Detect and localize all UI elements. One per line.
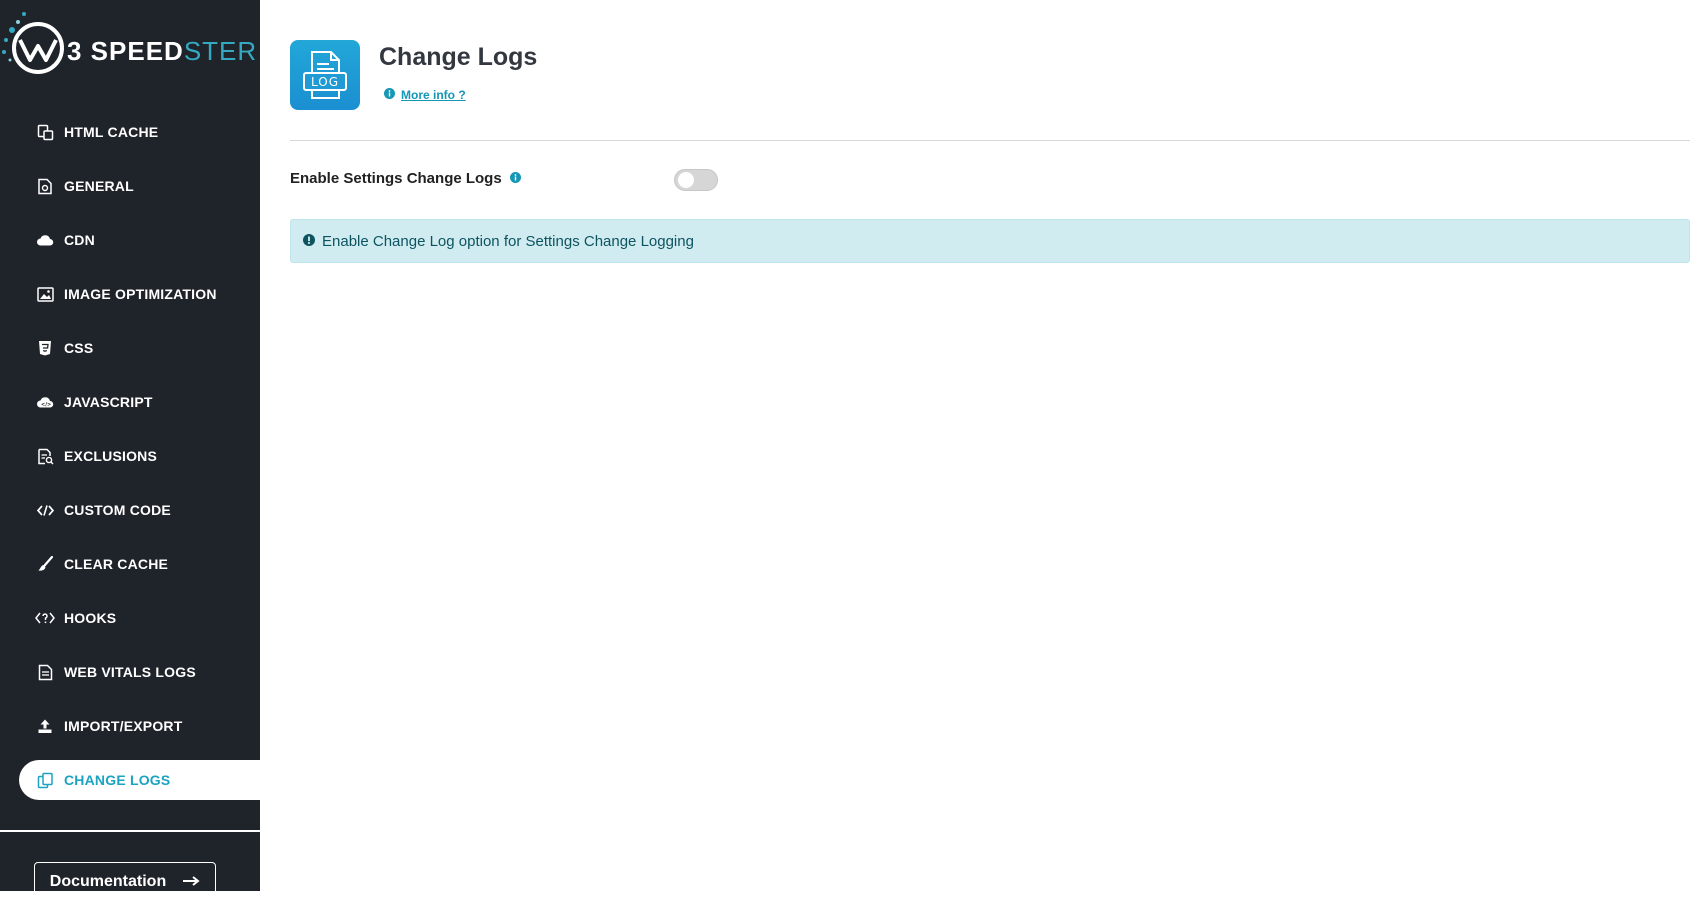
sidebar-item-change-logs[interactable]: CHANGE LOGS (19, 760, 260, 800)
svg-text:LOG: LOG (311, 75, 339, 89)
html-cache-icon (35, 122, 55, 142)
toggle-knob (678, 172, 694, 188)
sidebar-item-label: IMAGE OPTIMIZATION (64, 286, 217, 302)
code-icon (35, 500, 55, 520)
sidebar-item-label: HTML CACHE (64, 124, 159, 140)
brush-icon (35, 554, 55, 574)
sidebar-item-label: CLEAR CACHE (64, 556, 169, 572)
svg-text:</>: </> (41, 402, 51, 408)
document-icon (35, 662, 55, 682)
sidebar-item-image-optimization[interactable]: IMAGE OPTIMIZATION (19, 274, 260, 314)
speedster-logo-icon (2, 12, 64, 74)
sidebar-item-hooks[interactable]: HOOKS (19, 598, 260, 638)
sidebar-item-css[interactable]: CSS (19, 328, 260, 368)
setting-row-label: Enable Settings Change Logs (290, 170, 521, 187)
sidebar: 3 SPEEDSTER HTML CACHE GENERAL CDN IMAGE… (0, 0, 260, 902)
page-title: Change Logs (379, 43, 538, 71)
hooks-icon (35, 608, 55, 628)
upload-icon (35, 716, 55, 736)
sidebar-item-label: WEB VITALS LOGS (64, 664, 196, 680)
sidebar-item-label: IMPORT/EXPORT (64, 718, 183, 734)
enable-change-logs-label: Enable Settings Change Logs (290, 170, 502, 187)
sidebar-item-html-cache[interactable]: HTML CACHE (19, 112, 260, 152)
general-icon (35, 176, 55, 196)
sidebar-divider (0, 830, 260, 832)
sidebar-item-label: CHANGE LOGS (64, 772, 171, 788)
info-icon[interactable] (509, 170, 521, 187)
image-icon (35, 284, 55, 304)
sidebar-item-label: CUSTOM CODE (64, 502, 171, 518)
sidebar-item-exclusions[interactable]: EXCLUSIONS (19, 436, 260, 476)
javascript-icon: </> (35, 392, 55, 412)
main-content: LOG Change Logs More info ? Enable Setti… (260, 0, 1703, 891)
log-file-icon: LOG (290, 40, 360, 110)
sidebar-item-general[interactable]: GENERAL (19, 166, 260, 206)
brand-name: 3 SPEEDSTER (67, 36, 258, 66)
sidebar-item-label: CSS (64, 340, 94, 356)
documentation-button[interactable]: Documentation (34, 862, 216, 902)
sidebar-item-cdn[interactable]: CDN (19, 220, 260, 260)
section-divider (290, 140, 1690, 141)
sidebar-item-label: HOOKS (64, 610, 117, 626)
alert-text: Enable Change Log option for Settings Ch… (322, 232, 694, 250)
arrow-right-icon (182, 873, 200, 891)
sidebar-item-label: EXCLUSIONS (64, 448, 158, 464)
enable-change-logs-toggle[interactable] (674, 169, 718, 191)
more-info: More info ? (384, 88, 466, 102)
sidebar-item-label: CDN (64, 232, 95, 248)
sidebar-item-import-export[interactable]: IMPORT/EXPORT (19, 706, 260, 746)
sidebar-item-web-vitals-logs[interactable]: WEB VITALS LOGS (19, 652, 260, 692)
exclamation-circle-icon (303, 233, 315, 250)
cloud-icon (35, 230, 55, 250)
info-icon (384, 88, 395, 102)
documentation-label: Documentation (49, 873, 167, 890)
sidebar-item-custom-code[interactable]: CUSTOM CODE (19, 490, 260, 530)
sidebar-item-label: GENERAL (64, 178, 134, 194)
change-logs-icon (35, 770, 55, 790)
css-icon (35, 338, 55, 358)
exclusions-icon (35, 446, 55, 466)
sidebar-item-javascript[interactable]: </> JAVASCRIPT (19, 382, 260, 422)
brand-logo[interactable]: 3 SPEEDSTER (0, 0, 260, 80)
sidebar-item-clear-cache[interactable]: CLEAR CACHE (19, 544, 260, 584)
info-alert: Enable Change Log option for Settings Ch… (290, 219, 1690, 263)
sidebar-item-label: JAVASCRIPT (64, 394, 153, 410)
more-info-link[interactable]: More info ? (401, 88, 466, 102)
